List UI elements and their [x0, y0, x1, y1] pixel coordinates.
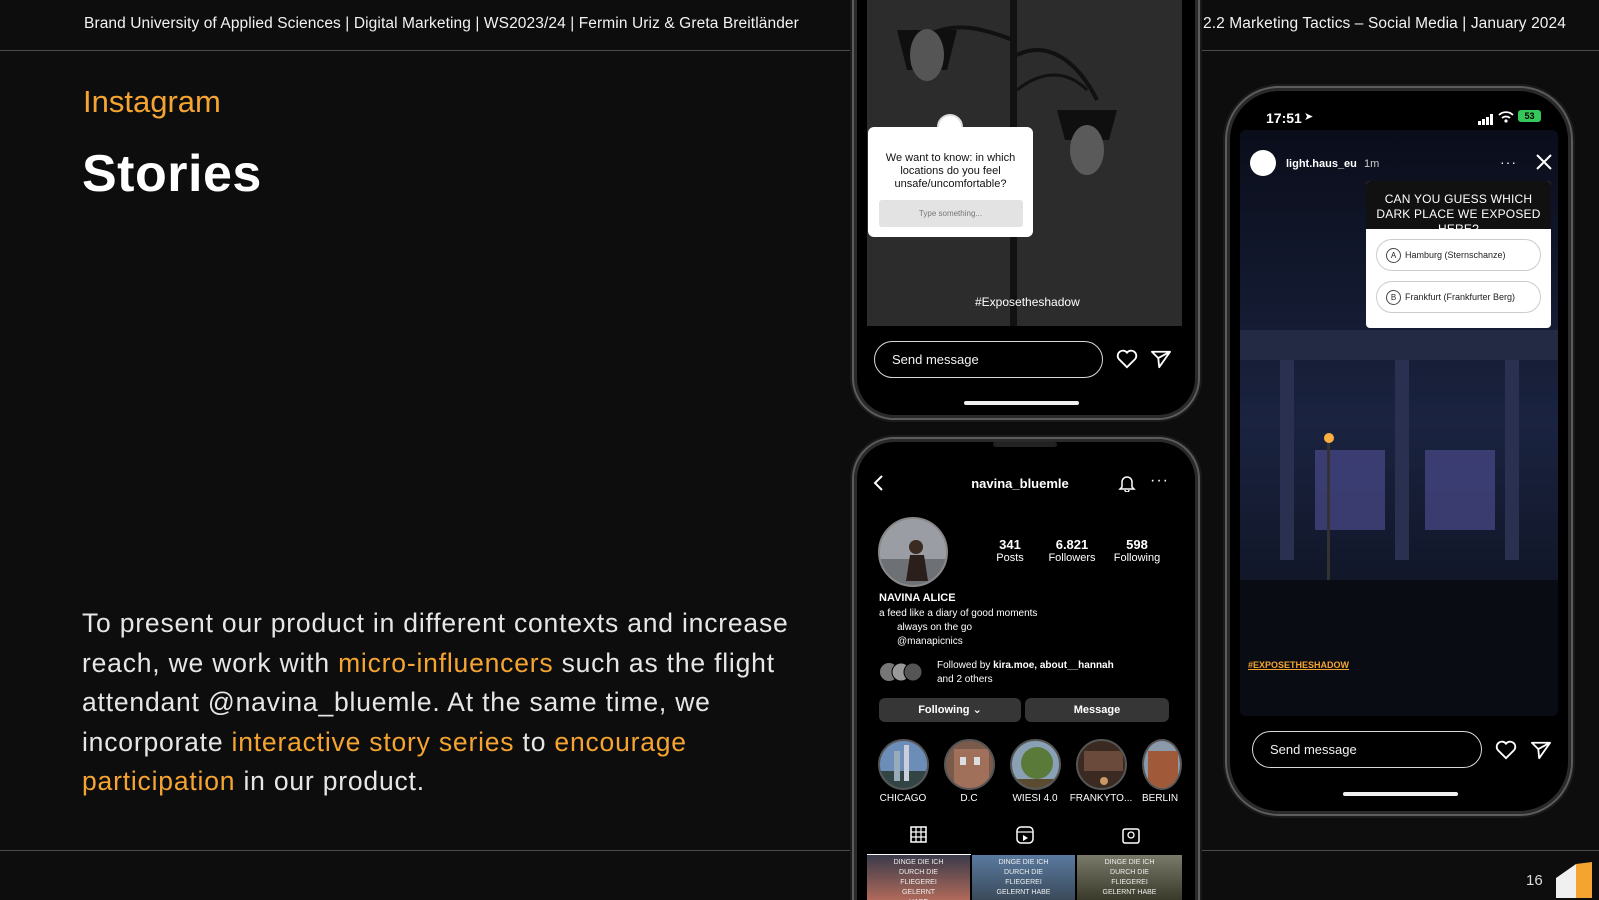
question-text: We want to know: in which locations do y… [885, 152, 1016, 190]
battery-indicator: 53 [1518, 110, 1541, 122]
page-number: 16 [1526, 872, 1543, 889]
highlight-label: WIESI 4.0 [1012, 793, 1058, 804]
post-thumbnail[interactable]: DINGE DIE ICH DURCH DIE FLIEGEREI GELERN… [1077, 855, 1182, 900]
story-hashtag: #EXPOSETHESHADOW [1248, 660, 1350, 670]
stat-following-label: Following [1113, 552, 1161, 564]
section-eyebrow: Instagram [83, 84, 221, 119]
chevron-down-icon: ⌄ [972, 704, 982, 716]
story-age: 1m [1364, 158, 1380, 170]
quiz-option-letter: A [1386, 248, 1401, 263]
quiz-sticker: CAN YOU GUESS WHICH DARK PLACE WE EXPOSE… [1366, 181, 1551, 328]
header-right-text: 2.2 Marketing Tactics – Social Media | J… [1203, 15, 1566, 32]
brand-logo [1556, 862, 1592, 898]
profile-bio-line: always on the go [897, 622, 973, 633]
heart-icon[interactable] [1116, 349, 1138, 369]
wifi-icon [1498, 110, 1514, 128]
post-caption: DINGE DIE ICH DURCH DIE FLIEGEREI GELERN… [996, 859, 1051, 896]
heart-icon[interactable] [1495, 740, 1517, 760]
reels-icon[interactable] [1016, 826, 1034, 844]
profile-bio-line: a feed like a diary of good moments [879, 608, 1038, 619]
slide-title: Stories [82, 145, 262, 203]
story-hashtag: #Exposetheshadow [975, 295, 1080, 309]
stat-followers-value: 6.821 [1055, 537, 1089, 552]
story-account-name[interactable]: light.haus_eu [1286, 158, 1357, 170]
question-answer-input[interactable]: Type something... [878, 200, 1023, 227]
close-icon[interactable] [1536, 154, 1552, 170]
profile-username: navina_bluemle [971, 476, 1069, 491]
more-options-icon[interactable]: ··· [1500, 154, 1517, 170]
highlight-wiesi[interactable] [1010, 739, 1061, 790]
highlight-label: FRANKYTO... [1069, 793, 1133, 804]
status-time: 17:51 [1266, 110, 1302, 126]
home-indicator [964, 401, 1079, 405]
share-icon[interactable] [1530, 740, 1552, 760]
followed-by-suffix: and 2 others [937, 674, 993, 685]
quiz-option-b[interactable]: B Frankfurt (Frankfurter Berg) [1376, 281, 1541, 313]
body-text: To present our product in different cont… [82, 604, 802, 802]
more-options-icon[interactable]: ··· [1150, 472, 1169, 490]
profile-avatar[interactable] [878, 517, 948, 587]
stat-following[interactable]: 598 Following [1107, 537, 1167, 564]
message-button[interactable]: Message [1025, 698, 1169, 722]
stat-followers[interactable]: 6.821 Followers [1042, 537, 1102, 564]
brand-avatar [1250, 150, 1276, 176]
home-indicator [1343, 792, 1458, 796]
quiz-option-text: Hamburg (Sternschanze) [1405, 250, 1506, 260]
highlight-frankyto[interactable] [1076, 739, 1127, 790]
followed-by-names: kira.moe, about__hannah [993, 660, 1114, 671]
quiz-option-a[interactable]: A Hamburg (Sternschanze) [1376, 239, 1541, 271]
highlight-berlin[interactable] [1142, 739, 1182, 790]
quiz-question: CAN YOU GUESS WHICH DARK PLACE WE EXPOSE… [1366, 181, 1551, 236]
share-icon[interactable] [1150, 349, 1172, 369]
header-divider [0, 50, 1599, 51]
grid-icon[interactable] [910, 826, 927, 843]
highlight-micro-influencers: micro-influencers [338, 647, 554, 678]
highlight-chicago[interactable] [878, 739, 929, 790]
location-arrow-icon: ➤ [1304, 111, 1314, 123]
body-part: in our product. [235, 766, 425, 796]
followed-by-text: Followed by kira.moe, about__hannah and 2… [937, 659, 1147, 687]
question-sticker[interactable]: We want to know: in which locations do y… [868, 127, 1033, 237]
tagged-icon[interactable] [1122, 826, 1140, 844]
followers-avatars [879, 662, 927, 682]
body-part: to [514, 726, 555, 757]
highlight-interactive-story: interactive story series [231, 726, 515, 757]
stat-posts-value: 341 [999, 537, 1021, 552]
following-button[interactable]: Following ⌄ [879, 698, 1021, 722]
stat-following-value: 598 [1126, 537, 1148, 552]
highlight-label: CHICAGO [879, 793, 927, 804]
send-message-input[interactable]: Send message [1252, 731, 1482, 768]
footer-divider [0, 850, 1599, 851]
post-thumbnail[interactable]: DINGE DIE ICH DURCH DIE FLIEGEREI GELERN… [867, 855, 970, 900]
following-button-label: Following [918, 704, 970, 716]
highlight-label: D.C [960, 793, 978, 804]
profile-bio-link[interactable]: @manapicnics [897, 636, 963, 647]
dynamic-island [993, 442, 1057, 447]
send-message-input[interactable]: Send message [874, 341, 1103, 378]
quiz-option-text: Frankfurt (Frankfurter Berg) [1405, 292, 1516, 302]
stat-posts[interactable]: 341 Posts [990, 537, 1030, 564]
back-icon[interactable] [872, 474, 884, 492]
header-left-text: Brand University of Applied Sciences | D… [84, 15, 799, 32]
highlight-label: BERLIN [1142, 793, 1179, 804]
stat-posts-label: Posts [996, 552, 1024, 564]
post-thumbnail[interactable]: DINGE DIE ICH DURCH DIE FLIEGEREI GELERN… [972, 855, 1075, 900]
followed-by-prefix: Followed by [937, 660, 994, 671]
quiz-option-letter: B [1386, 290, 1401, 305]
signal-icon [1478, 112, 1494, 130]
post-caption: DINGE DIE ICH DURCH DIE FLIEGEREI GELERN… [1102, 859, 1157, 896]
profile-display-name: NAVINA ALICE [879, 592, 956, 604]
bell-icon[interactable] [1118, 474, 1136, 492]
highlight-dc[interactable] [944, 739, 995, 790]
post-caption: DINGE DIE ICH DURCH DIE FLIEGEREI GELERN… [893, 859, 944, 900]
stat-followers-label: Followers [1048, 552, 1096, 564]
